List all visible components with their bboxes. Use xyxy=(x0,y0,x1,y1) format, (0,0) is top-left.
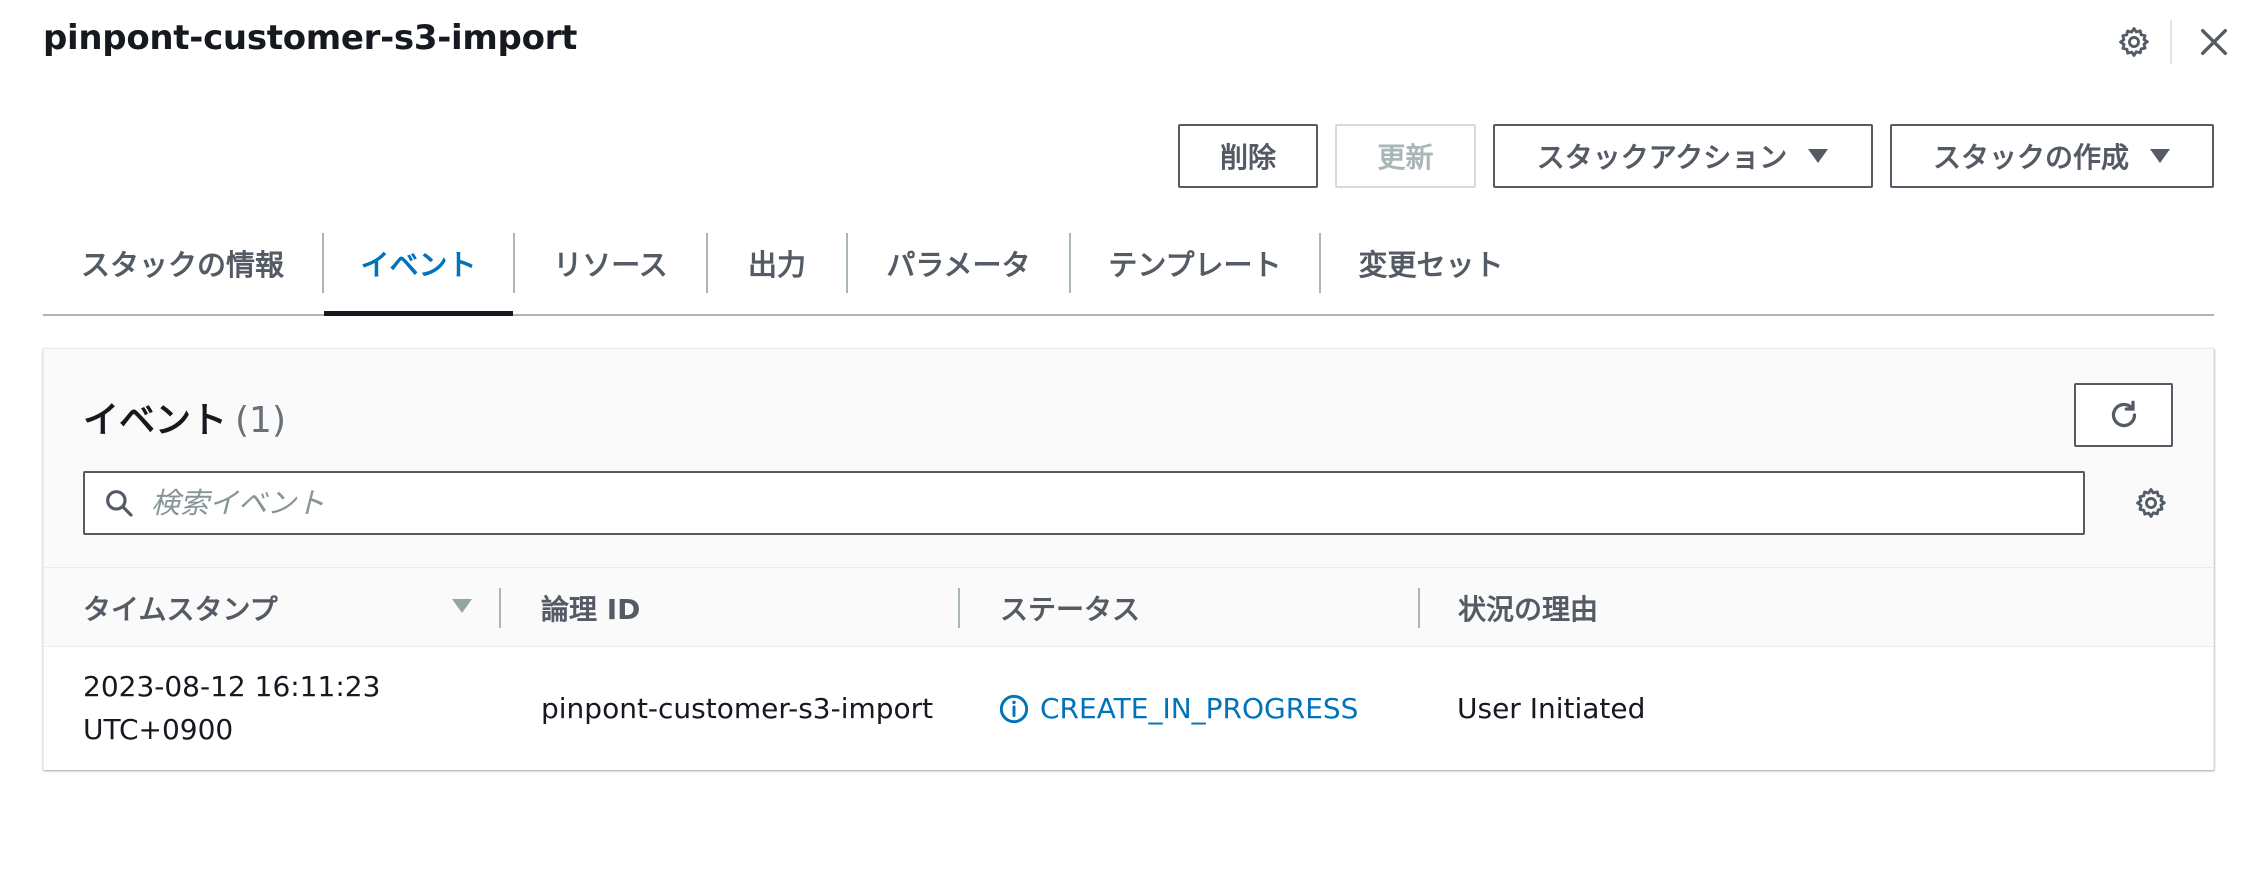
tab-change-sets[interactable]: 変更セット xyxy=(1321,226,1541,314)
caret-down-icon xyxy=(1808,149,1829,163)
events-search-field[interactable] xyxy=(83,471,2085,535)
column-header-timestamp[interactable]: タイムスタンプ xyxy=(83,568,278,648)
tab-resources[interactable]: リソース xyxy=(515,226,706,314)
tab-parameters[interactable]: パラメータ xyxy=(848,226,1069,314)
logical-id-cell: pinpont-customer-s3-import xyxy=(541,692,934,725)
create-stack-dropdown[interactable]: スタックの作成 xyxy=(1890,124,2214,188)
info-icon xyxy=(999,694,1029,723)
events-count: (1) xyxy=(235,400,287,441)
timestamp-zone: UTC+0900 xyxy=(83,713,234,746)
delete-button[interactable]: 削除 xyxy=(1178,124,1318,188)
tab-outputs[interactable]: 出力 xyxy=(708,226,846,314)
gear-icon xyxy=(2119,27,2149,57)
sort-descending-icon[interactable] xyxy=(451,598,473,614)
column-divider[interactable] xyxy=(499,588,501,628)
status-cell: CREATE_IN_PROGRESS xyxy=(998,687,1358,730)
status-reason-cell: User Initiated xyxy=(1457,692,1646,725)
gear-icon xyxy=(2136,488,2166,518)
update-button[interactable]: 更新 xyxy=(1335,124,1476,188)
refresh-icon xyxy=(2111,400,2136,428)
events-heading: イベント (1) xyxy=(83,391,286,443)
settings-button[interactable] xyxy=(2110,18,2158,66)
status-text: CREATE_IN_PROGRESS xyxy=(1040,692,1359,725)
header-divider xyxy=(2170,20,2172,64)
stack-actions-dropdown[interactable]: スタックアクション xyxy=(1493,124,1873,188)
tab-events[interactable]: イベント xyxy=(324,226,513,316)
events-title: イベント xyxy=(83,400,228,441)
table-preferences-button[interactable] xyxy=(2129,481,2173,525)
column-divider[interactable] xyxy=(1418,588,1420,628)
header-icon-bar xyxy=(2110,18,2238,66)
page-title: pinpont-customer-s3-import xyxy=(43,18,578,58)
stack-detail-page: pinpont-customer-s3-import 削除 更新 スタックアクシ… xyxy=(0,0,2260,874)
events-search-input[interactable] xyxy=(151,475,2051,531)
create-stack-label: スタックの作成 xyxy=(1932,141,2129,174)
table-row: 2023-08-12 16:11:23 UTC+0900 pinpont-cus… xyxy=(44,647,2213,770)
stack-actions-toolbar: 削除 更新 スタックアクション スタックの作成 xyxy=(1178,124,2214,188)
timestamp-date: 2023-08-12 16:11:23 xyxy=(83,670,381,703)
timestamp-cell: 2023-08-12 16:11:23 UTC+0900 xyxy=(83,665,380,751)
close-button[interactable] xyxy=(2190,18,2238,66)
stack-tabs: スタックの情報 イベント リソース 出力 パラメータ テンプレート 変更セット xyxy=(43,226,2214,316)
search-icon xyxy=(103,487,135,519)
refresh-button[interactable] xyxy=(2074,383,2173,447)
tab-stack-info[interactable]: スタックの情報 xyxy=(43,226,322,314)
caret-down-icon xyxy=(2150,149,2170,163)
events-panel: イベント(1) タイムスタンプ xyxy=(43,348,2214,770)
close-icon xyxy=(2200,28,2228,56)
column-header-status[interactable]: ステータス xyxy=(1000,568,1140,648)
tab-template[interactable]: テンプレート xyxy=(1071,226,1319,314)
events-table-header: タイムスタンプ 論理 ID ステータス 状況の理由 xyxy=(44,567,2213,647)
stack-actions-label: スタックアクション xyxy=(1536,141,1788,174)
column-divider[interactable] xyxy=(958,588,960,628)
column-header-logical-id[interactable]: 論理 ID xyxy=(541,568,640,648)
column-header-status-reason[interactable]: 状況の理由 xyxy=(1458,568,1598,648)
